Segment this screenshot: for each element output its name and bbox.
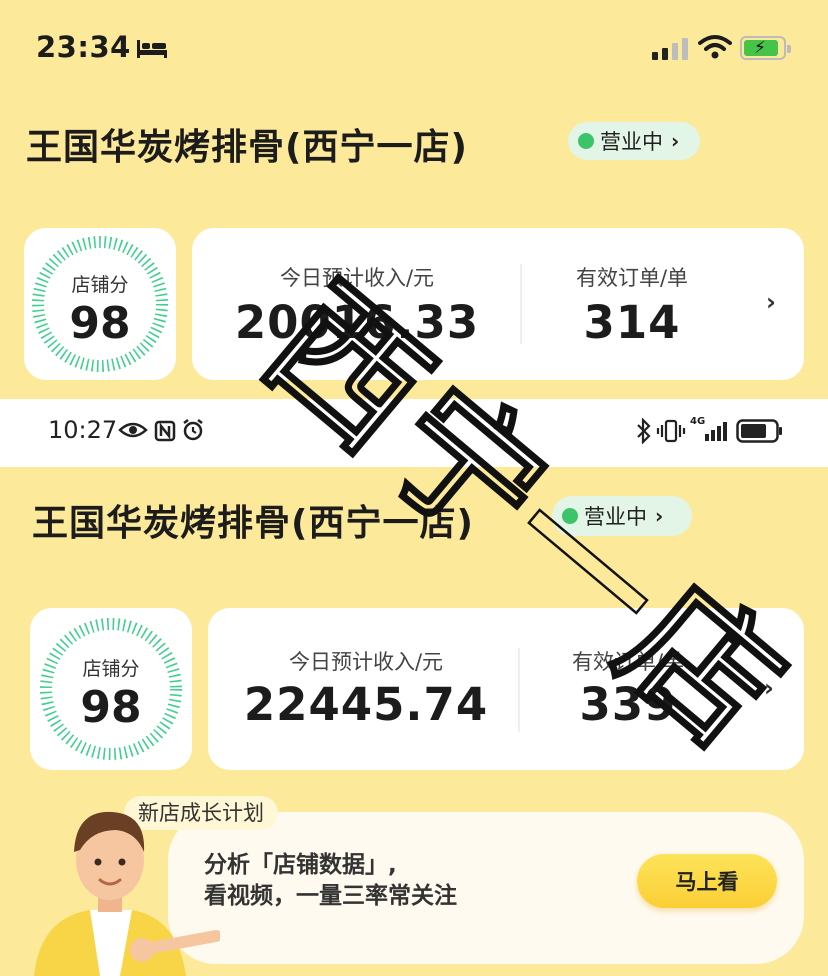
chevron-right-icon[interactable]: › bbox=[766, 288, 776, 316]
cellular-signal-icon-2 bbox=[705, 422, 727, 441]
status-time-2: 10:27 bbox=[48, 416, 118, 444]
network-type: 4G bbox=[690, 416, 706, 427]
wifi-icon bbox=[698, 35, 732, 59]
chevron-right-icon[interactable]: › bbox=[764, 674, 774, 702]
mascot-illustration bbox=[34, 811, 220, 976]
divider bbox=[520, 264, 522, 344]
promo-line-1: 分析「店铺数据」, bbox=[204, 852, 397, 878]
promo-text: 分析「店铺数据」, 看视频，一量三率常关注 bbox=[204, 850, 457, 912]
status-label: 营业中 bbox=[600, 130, 663, 154]
orders-label: 有效订单/单 bbox=[575, 266, 689, 290]
battery-icon bbox=[736, 419, 782, 443]
score-label-2: 店铺分 bbox=[82, 658, 140, 680]
orders-value: 314 bbox=[583, 296, 681, 349]
open-status-badge[interactable]: 营业中 › bbox=[568, 122, 700, 160]
status-dot-icon bbox=[578, 133, 594, 149]
score-label: 店铺分 bbox=[71, 274, 129, 296]
promo-line-2: 看视频，一量三率常关注 bbox=[204, 883, 457, 909]
bluetooth-icon bbox=[637, 418, 651, 444]
income-label-2: 今日预计收入/元 bbox=[288, 650, 444, 674]
store-score-card[interactable]: 店铺分 98 bbox=[24, 228, 176, 380]
store-name: 王国华炭烤排骨(西宁一店) bbox=[26, 127, 468, 168]
chevron-right-icon: › bbox=[655, 504, 664, 528]
today-stats-card-2[interactable]: 今日预计收入/元 22445.74 有效订单/单 339 › bbox=[208, 608, 804, 770]
vibrate-icon bbox=[656, 419, 686, 443]
divider bbox=[518, 648, 520, 732]
watch-now-button[interactable]: 马上看 bbox=[637, 854, 777, 908]
bed-icon bbox=[137, 40, 167, 58]
eye-icon bbox=[118, 422, 148, 438]
orders-label-2: 有效订单/单 bbox=[571, 650, 685, 674]
status-time: 23:34 bbox=[36, 30, 131, 64]
status-label-2: 营业中 bbox=[584, 505, 647, 529]
chevron-right-icon: › bbox=[671, 129, 680, 153]
status-dot-icon bbox=[562, 508, 578, 524]
score-value: 98 bbox=[69, 298, 131, 349]
income-label: 今日预计收入/元 bbox=[279, 266, 435, 290]
store-name-2: 王国华炭烤排骨(西宁一店) bbox=[32, 503, 474, 544]
income-value-2: 22445.74 bbox=[243, 678, 489, 731]
today-stats-card[interactable]: 今日预计收入/元 20016.33 有效订单/单 314 › bbox=[192, 228, 804, 380]
alarm-icon bbox=[183, 419, 203, 441]
score-value-2: 98 bbox=[80, 682, 142, 733]
orders-value-2: 339 bbox=[579, 678, 677, 731]
store-score-card-2[interactable]: 店铺分 98 bbox=[30, 608, 192, 770]
open-status-badge-2[interactable]: 营业中 › bbox=[552, 496, 692, 536]
battery-charging-icon: ⚡ bbox=[740, 36, 791, 60]
cellular-signal-icon bbox=[652, 38, 688, 60]
nfc-icon bbox=[154, 420, 176, 442]
income-value: 20016.33 bbox=[234, 296, 480, 349]
